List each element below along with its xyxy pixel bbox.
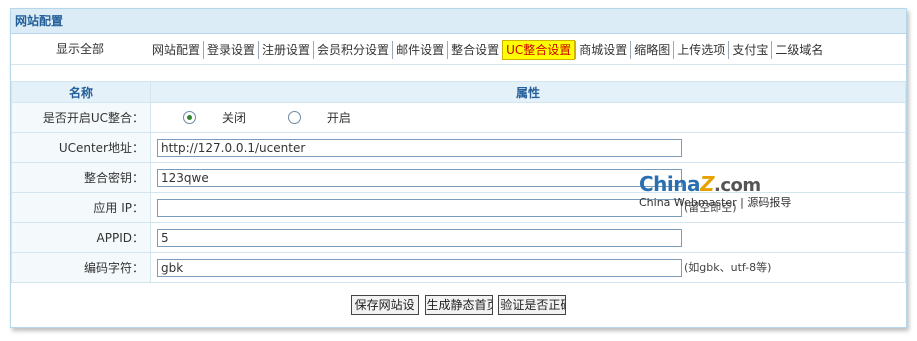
table-row: 是否开启UC整合： 关闭 开启	[11, 102, 906, 133]
radio-off-label: 关闭	[222, 111, 247, 125]
tab-mail-settings[interactable]: 邮件设置	[392, 41, 447, 59]
show-all-link[interactable]: 显示全部	[56, 34, 104, 64]
tab-bar: 网站配置 登录设置 注册设置 会员积分设置 邮件设置 整合设置 UC整合设置 商…	[149, 40, 826, 60]
appid-label: APPID：	[11, 222, 151, 253]
radio-on[interactable]	[287, 111, 301, 124]
column-header-name: 名称	[11, 81, 151, 103]
uc-key-label: 整合密钥：	[11, 162, 151, 193]
tab-shop-settings[interactable]: 商城设置	[575, 41, 630, 59]
uc-key-input[interactable]	[157, 168, 682, 187]
tab-integration-settings[interactable]: 整合设置	[447, 41, 502, 59]
tab-register-settings[interactable]: 注册设置	[258, 41, 313, 59]
save-site-button[interactable]: 保存网站设	[350, 295, 419, 315]
appid-input[interactable]	[157, 228, 682, 247]
verify-button[interactable]: 验证是否正确	[498, 295, 567, 315]
uc-url-label: UCenter地址：	[11, 132, 151, 163]
app-ip-label: 应用 IP：	[11, 192, 151, 223]
panel-title: 网站配置	[11, 9, 906, 34]
table-row: APPID：	[11, 222, 906, 253]
tab-alipay[interactable]: 支付宝	[728, 41, 771, 59]
tab-subdomain[interactable]: 二级域名	[771, 41, 826, 59]
table-row: 编码字符： (如gbk、utf-8等)	[11, 252, 906, 283]
app-ip-hint: (留空即空)	[684, 201, 737, 214]
app-ip-input[interactable]	[157, 198, 682, 217]
tab-uc-integration[interactable]: UC整合设置	[502, 40, 576, 60]
table-row: 整合密钥：	[11, 162, 906, 193]
enable-uc-options: 关闭 开启	[150, 102, 906, 133]
table-row: 应用 IP： (留空即空)	[11, 192, 906, 223]
tab-nav: 显示全部 网站配置 登录设置 注册设置 会员积分设置 邮件设置 整合设置 UC整…	[11, 34, 906, 65]
uc-url-input[interactable]	[157, 138, 682, 157]
charset-hint: (如gbk、utf-8等)	[684, 261, 772, 274]
tab-login-settings[interactable]: 登录设置	[203, 41, 258, 59]
charset-input[interactable]	[157, 258, 682, 277]
tab-member-points[interactable]: 会员积分设置	[313, 41, 392, 59]
button-row: 保存网站设 生成静态首页 验证是否正确	[11, 295, 906, 318]
config-panel: 网站配置 显示全部 网站配置 登录设置 注册设置 会员积分设置 邮件设置 整合设…	[10, 8, 907, 328]
charset-label: 编码字符：	[11, 252, 151, 283]
radio-on-label: 开启	[326, 111, 351, 125]
enable-uc-label: 是否开启UC整合：	[11, 102, 151, 133]
generate-static-button[interactable]: 生成静态首页	[424, 295, 493, 315]
tab-thumbnail[interactable]: 缩略图	[630, 41, 673, 59]
table-header: 名称 属性	[11, 81, 906, 103]
settings-table: 名称 属性 是否开启UC整合： 关闭 开启 UCenter地址： 整合密钥： 应…	[11, 81, 906, 283]
radio-off[interactable]	[183, 111, 196, 124]
table-row: UCenter地址：	[11, 132, 906, 163]
column-header-attribute: 属性	[150, 81, 906, 103]
tab-site-config[interactable]: 网站配置	[149, 41, 203, 59]
tab-upload-options[interactable]: 上传选项	[673, 41, 728, 59]
